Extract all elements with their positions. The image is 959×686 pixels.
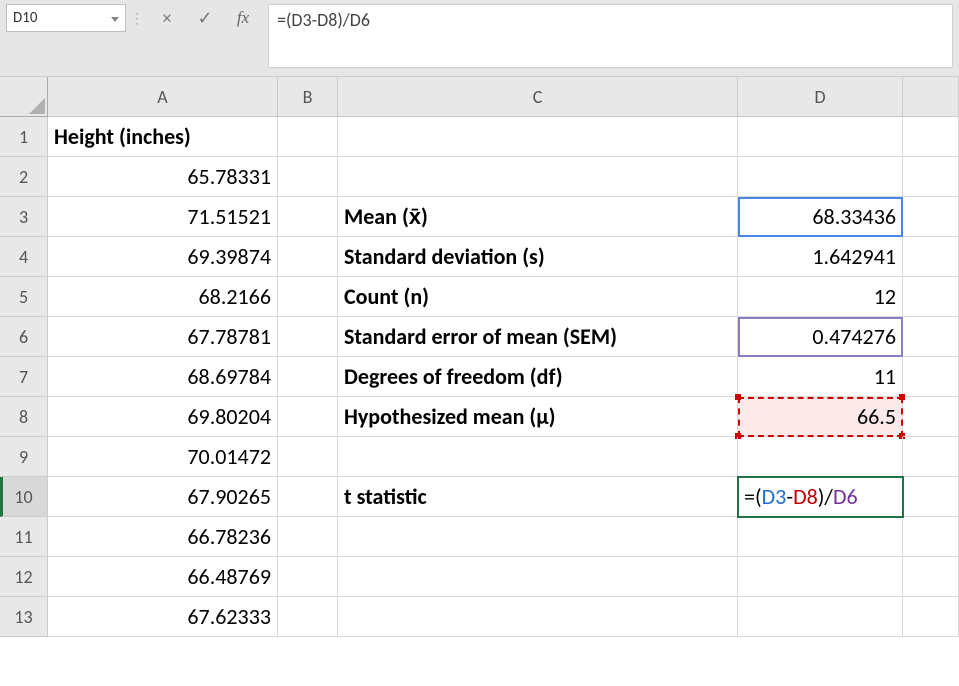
name-box[interactable]: D10: [6, 4, 126, 32]
row-header[interactable]: 10: [0, 477, 48, 517]
cell-e11[interactable]: [903, 517, 959, 557]
col-header-e[interactable]: [903, 77, 959, 117]
row-header[interactable]: 2: [0, 157, 48, 197]
cell-b13[interactable]: [278, 597, 338, 637]
cell-a2[interactable]: 65.78331: [48, 157, 278, 197]
cell-b10[interactable]: [278, 477, 338, 517]
cell-c11[interactable]: [338, 517, 738, 557]
cell-e13[interactable]: [903, 597, 959, 637]
col-header-c[interactable]: C: [338, 77, 738, 117]
cell-c5[interactable]: Count (n): [338, 277, 738, 317]
row-header[interactable]: 13: [0, 597, 48, 637]
cell-d3[interactable]: 68.33436: [738, 197, 903, 237]
formula-input: =(D3-D8)/D6: [277, 9, 944, 31]
fx-icon[interactable]: fx: [224, 4, 262, 32]
cell-c1[interactable]: [338, 117, 738, 157]
cell-e10[interactable]: [903, 477, 959, 517]
cell-b7[interactable]: [278, 357, 338, 397]
cell-a7[interactable]: 68.69784: [48, 357, 278, 397]
cell-b11[interactable]: [278, 517, 338, 557]
row-header[interactable]: 5: [0, 277, 48, 317]
cell-d2[interactable]: [738, 157, 903, 197]
cell-a11[interactable]: 66.78236: [48, 517, 278, 557]
cell-a5[interactable]: 68.2166: [48, 277, 278, 317]
row-header[interactable]: 12: [0, 557, 48, 597]
cell-e6[interactable]: [903, 317, 959, 357]
cell-a9[interactable]: 70.01472: [48, 437, 278, 477]
cell-d9[interactable]: [738, 437, 903, 477]
col-header-d[interactable]: D: [738, 77, 903, 117]
cell-e7[interactable]: [903, 357, 959, 397]
cell-c3[interactable]: Mean (x̄): [338, 197, 738, 237]
cell-d13[interactable]: [738, 597, 903, 637]
cell-e9[interactable]: [903, 437, 959, 477]
cell-b8[interactable]: [278, 397, 338, 437]
cell-c10[interactable]: t statistic: [338, 477, 738, 517]
cell-c7[interactable]: Degrees of freedom (df): [338, 357, 738, 397]
cell-a4[interactable]: 69.39874: [48, 237, 278, 277]
row-header[interactable]: 4: [0, 237, 48, 277]
cell-b1[interactable]: [278, 117, 338, 157]
cell-c8[interactable]: Hypothesized mean (μ): [338, 397, 738, 437]
cell-b9[interactable]: [278, 437, 338, 477]
select-all-corner[interactable]: [0, 77, 48, 117]
cell-b4[interactable]: [278, 237, 338, 277]
cell-d4[interactable]: 1.642941: [738, 237, 903, 277]
formula-input-wrap[interactable]: =(D3-D8)/D6: [268, 4, 953, 68]
cell-a1[interactable]: Height (inches): [48, 117, 278, 157]
row-header[interactable]: 3: [0, 197, 48, 237]
cell-d5[interactable]: 12: [738, 277, 903, 317]
cell-d8[interactable]: 66.5: [738, 397, 903, 437]
cell-a6[interactable]: 67.78781: [48, 317, 278, 357]
separator: ⋮: [126, 4, 148, 32]
cell-d1[interactable]: [738, 117, 903, 157]
confirm-icon[interactable]: ✓: [186, 4, 224, 32]
row-header[interactable]: 7: [0, 357, 48, 397]
cell-e3[interactable]: [903, 197, 959, 237]
cell-a3[interactable]: 71.51521: [48, 197, 278, 237]
cell-a10[interactable]: 67.90265: [48, 477, 278, 517]
cell-b6[interactable]: [278, 317, 338, 357]
row-header[interactable]: 11: [0, 517, 48, 557]
cell-c6[interactable]: Standard error of mean (SEM): [338, 317, 738, 357]
col-header-b[interactable]: B: [278, 77, 338, 117]
cell-e5[interactable]: [903, 277, 959, 317]
col-header-a[interactable]: A: [48, 77, 278, 117]
cell-a12[interactable]: 66.48769: [48, 557, 278, 597]
cell-c2[interactable]: [338, 157, 738, 197]
cell-b12[interactable]: [278, 557, 338, 597]
cell-c13[interactable]: [338, 597, 738, 637]
cell-b2[interactable]: [278, 157, 338, 197]
cell-d10[interactable]: =(D3-D8)/D6: [738, 477, 903, 517]
formula-bar: D10 ⋮ × ✓ fx =(D3-D8)/D6: [0, 0, 959, 77]
cell-d7[interactable]: 11: [738, 357, 903, 397]
cancel-icon[interactable]: ×: [148, 4, 186, 32]
cell-b5[interactable]: [278, 277, 338, 317]
cell-d11[interactable]: [738, 517, 903, 557]
cell-e1[interactable]: [903, 117, 959, 157]
cell-c4[interactable]: Standard deviation (s): [338, 237, 738, 277]
name-box-value: D10: [13, 9, 37, 27]
cell-a8[interactable]: 69.80204: [48, 397, 278, 437]
spreadsheet-grid: A B C D 1 Height (inches) 2 65.78331 3 7…: [0, 77, 959, 637]
cell-d6[interactable]: 0.474276: [738, 317, 903, 357]
formula-buttons: × ✓ fx: [148, 4, 262, 32]
row-header[interactable]: 8: [0, 397, 48, 437]
cell-e4[interactable]: [903, 237, 959, 277]
cell-e8[interactable]: [903, 397, 959, 437]
cell-d10-formula: =(D3-D8)/D6: [744, 483, 858, 510]
cell-c12[interactable]: [338, 557, 738, 597]
row-header[interactable]: 9: [0, 437, 48, 477]
row-header[interactable]: 1: [0, 117, 48, 157]
cell-e12[interactable]: [903, 557, 959, 597]
cell-a13[interactable]: 67.62333: [48, 597, 278, 637]
cell-e2[interactable]: [903, 157, 959, 197]
cell-d12[interactable]: [738, 557, 903, 597]
row-header[interactable]: 6: [0, 317, 48, 357]
cell-c9[interactable]: [338, 437, 738, 477]
cell-b3[interactable]: [278, 197, 338, 237]
